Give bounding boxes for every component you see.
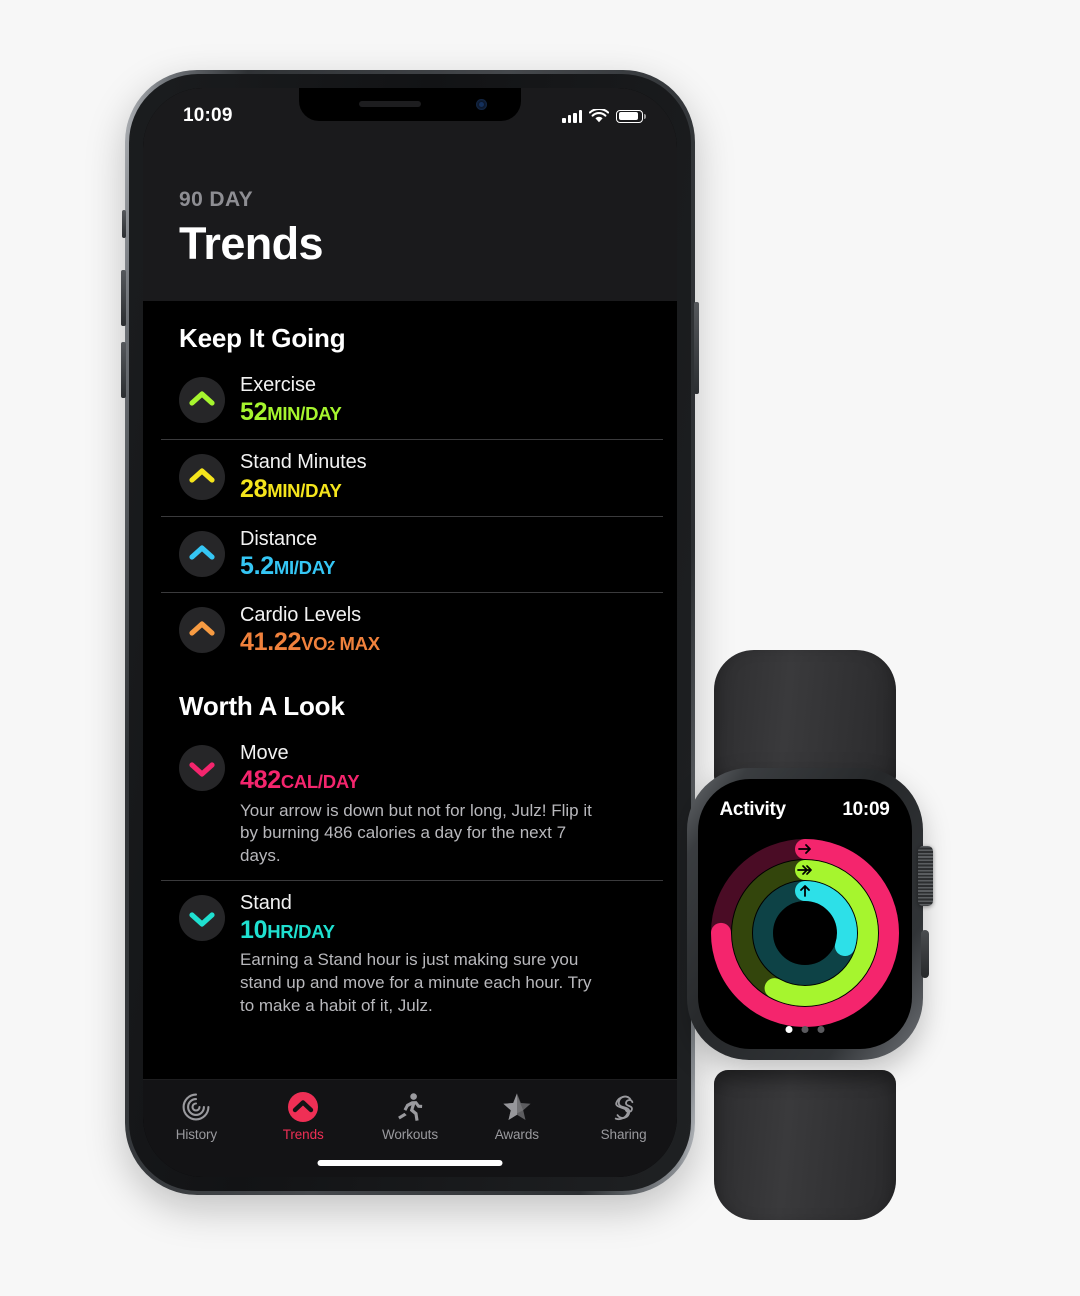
silent-switch[interactable] xyxy=(122,210,126,238)
trend-row-description: Your arrow is down but not for long, Jul… xyxy=(240,800,592,865)
trend-row-label: Exercise xyxy=(240,374,316,396)
activity-rings[interactable] xyxy=(707,835,903,1031)
trend-row-body: Cardio Levels 41.22VO2 MAX xyxy=(240,602,380,657)
apple-watch-device: Activity 10:09 xyxy=(672,650,937,1220)
watch-time: 10:09 xyxy=(842,799,890,820)
trend-row-label: Cardio Levels xyxy=(240,604,361,627)
watch-top-bar: Activity 10:09 xyxy=(698,799,912,821)
trend-row-body: Distance 5.2MI/DAY xyxy=(240,526,335,581)
trend-row-value: 28MIN/DAY xyxy=(240,474,342,503)
tab-sharing[interactable]: Sharing xyxy=(570,1090,677,1142)
trend-row-value: 41.22VO2 MAX xyxy=(240,628,380,657)
trend-row-value: 52MIN/DAY xyxy=(240,398,342,426)
section-title: Worth A Look xyxy=(179,691,345,721)
tab-awards[interactable]: Awards xyxy=(463,1090,570,1142)
chevron-up-icon xyxy=(179,377,225,423)
iphone-device: 10:09 90 DAY Trends Keep It Going Exerci… xyxy=(121,70,699,1195)
phone-screen: 10:09 90 DAY Trends Keep It Going Exerci… xyxy=(143,88,677,1177)
trend-row-label: Stand xyxy=(240,891,292,914)
chevron-up-icon xyxy=(179,453,225,500)
workouts-runner-icon xyxy=(395,1090,425,1124)
volume-up-button[interactable] xyxy=(121,270,126,326)
sharing-s-icon xyxy=(609,1090,639,1124)
watch-app-name: Activity xyxy=(719,799,787,820)
watch-side-button[interactable] xyxy=(920,930,929,978)
trends-content[interactable]: Keep It Going Exercise 52MIN/DAY Stand Minu… xyxy=(143,301,677,1079)
chevron-up-icon xyxy=(179,607,225,654)
trends-chevron-icon xyxy=(287,1090,319,1124)
watch-screen: Activity 10:09 xyxy=(697,779,912,1049)
trend-row-value: 5.2MI/DAY xyxy=(240,551,336,580)
tab-trends[interactable]: Trends xyxy=(250,1090,357,1142)
trend-row[interactable]: Move 482CAL/DAY Your arrow is down but not… xyxy=(143,730,677,880)
cellular-signal-icon xyxy=(562,109,582,123)
trend-row[interactable]: Cardio Levels 41.22VO2 MAX xyxy=(143,592,677,669)
trend-row-label: Stand Minutes xyxy=(240,450,367,473)
home-indicator[interactable] xyxy=(317,1160,503,1166)
trend-row-value: 482CAL/DAY xyxy=(240,766,360,794)
tab-label: Trends xyxy=(282,1127,324,1142)
tab-label: History xyxy=(175,1127,218,1142)
watch-case: Activity 10:09 xyxy=(686,768,933,1060)
phone-frame: 10:09 90 DAY Trends Keep It Going Exerci… xyxy=(121,70,699,1195)
section-title: Keep It Going xyxy=(179,323,346,353)
page-dot[interactable] xyxy=(785,1026,792,1033)
trend-row-body: Stand 10HR/DAY Earning a Stand hour is jus… xyxy=(240,890,610,1018)
wifi-icon xyxy=(589,108,609,122)
page-dot[interactable] xyxy=(817,1026,824,1033)
status-bar-time: 10:09 xyxy=(183,105,233,126)
phone-bezel: 10:09 90 DAY Trends Keep It Going Exerci… xyxy=(129,74,691,1191)
trend-row[interactable]: Distance 5.2MI/DAY xyxy=(143,515,677,593)
battery-icon xyxy=(616,109,646,123)
trend-row-body: Stand Minutes 28MIN/DAY xyxy=(240,449,367,504)
page-title: Trends xyxy=(179,218,324,269)
page-dot[interactable] xyxy=(801,1026,808,1033)
status-bar: 10:09 xyxy=(143,88,677,136)
trend-row-body: Exercise 52MIN/DAY xyxy=(240,372,342,427)
trend-row[interactable]: Stand Minutes 28MIN/DAY xyxy=(143,438,677,516)
trend-row-label: Distance xyxy=(240,527,318,550)
trend-row-body: Move 482CAL/DAY Your arrow is down but not… xyxy=(240,740,610,868)
tab-label: Workouts xyxy=(382,1127,438,1142)
header-eyebrow: 90 DAY xyxy=(179,188,254,211)
page-dots[interactable] xyxy=(785,1026,824,1033)
awards-star-icon xyxy=(502,1090,532,1124)
tab-workouts[interactable]: Workouts xyxy=(357,1090,464,1142)
trend-row-description: Earning a Stand hour is just making sure… xyxy=(240,950,592,1015)
watch-band-bottom xyxy=(713,1070,896,1220)
volume-down-button[interactable] xyxy=(121,342,126,398)
trend-row[interactable]: Exercise 52MIN/DAY xyxy=(143,362,677,439)
tab-label: Awards xyxy=(494,1127,539,1142)
chevron-down-icon xyxy=(179,894,225,941)
status-bar-indicators xyxy=(562,108,646,124)
trend-row-label: Move xyxy=(240,742,289,764)
history-spiral-icon xyxy=(181,1090,211,1124)
trend-row[interactable]: Stand 10HR/DAY Earning a Stand hour is jus… xyxy=(143,879,677,1030)
power-button[interactable] xyxy=(694,302,699,394)
digital-crown[interactable] xyxy=(917,846,933,906)
tab-history[interactable]: History xyxy=(143,1090,250,1142)
chevron-down-icon xyxy=(179,745,225,791)
tab-label: Sharing xyxy=(600,1127,647,1142)
trend-row-value: 10HR/DAY xyxy=(240,915,335,944)
chevron-up-icon xyxy=(179,530,225,577)
